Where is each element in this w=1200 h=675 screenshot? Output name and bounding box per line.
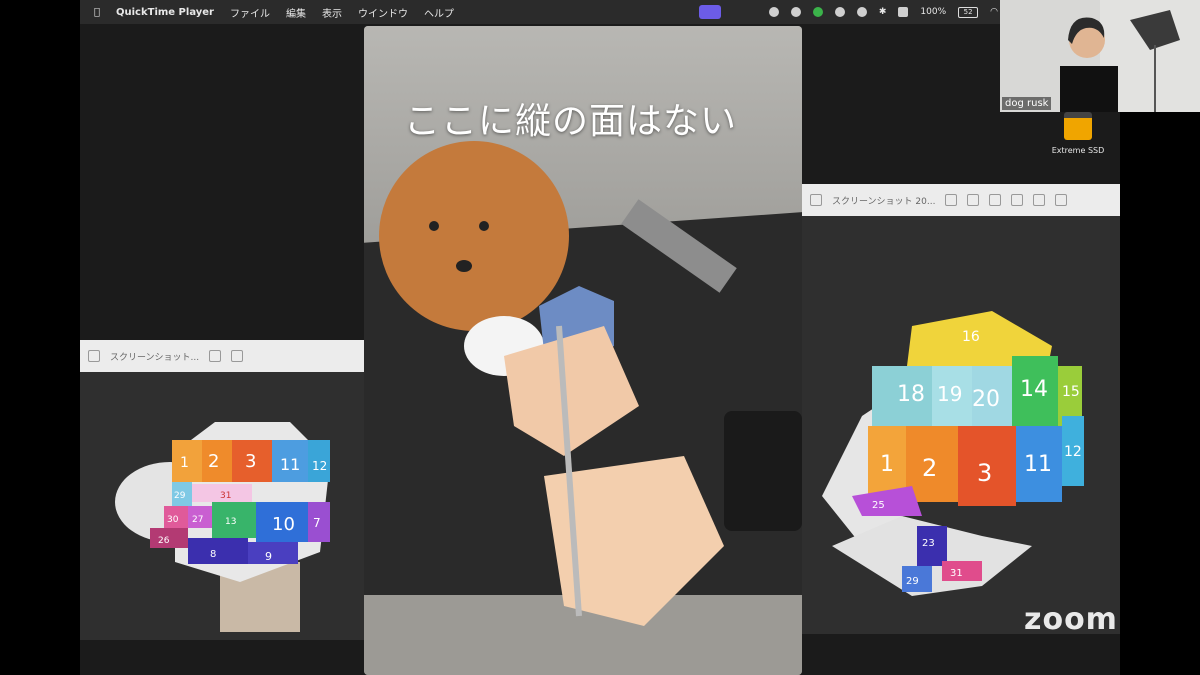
info-icon[interactable]: [209, 350, 222, 362]
menu-view[interactable]: 表示: [322, 5, 342, 20]
face-label: 8: [210, 549, 216, 560]
apple-icon[interactable]: : [92, 7, 102, 18]
right-window-titlebar[interactable]: スクリーンショット 20...: [802, 184, 1120, 216]
bluetooth-icon[interactable]: ✱: [879, 7, 887, 17]
settings-icon[interactable]: [834, 7, 845, 17]
left-window-titlebar[interactable]: スクリーンショット...: [80, 340, 370, 372]
sync-icon[interactable]: [790, 7, 801, 17]
participant-feed: [1060, 0, 1200, 112]
dog-eye: [429, 221, 439, 231]
video-player[interactable]: ここに縦の面はない: [364, 26, 802, 675]
face-label: 31: [220, 491, 231, 501]
play-icon[interactable]: [856, 7, 867, 17]
wifi-icon[interactable]: ◠: [990, 7, 998, 17]
right-window-title: スクリーンショット 20...: [832, 196, 936, 207]
dog-head: [379, 141, 569, 331]
zoom-out-icon[interactable]: [967, 194, 980, 206]
user-icon[interactable]: [898, 7, 909, 17]
face-label: 23: [922, 538, 935, 549]
zoom-logo: zoom: [1024, 602, 1118, 637]
participant-video[interactable]: dog rusk: [1000, 0, 1200, 112]
app-name[interactable]: QuickTime Player: [116, 7, 214, 18]
face-label: 19: [937, 382, 962, 406]
comb: [621, 199, 737, 293]
face-label: 3: [977, 459, 992, 487]
face-label: 9: [265, 550, 272, 563]
video-caption: ここに縦の面はない: [404, 101, 738, 142]
face-label: 1: [180, 455, 189, 471]
right-model-canvas: 16 18 19 20 14 15 1 2 3 11 12 25 23 29 3…: [802, 216, 1120, 634]
left-preview-window[interactable]: スクリーンショット... 1 2 3 11 12 29 30 27 13 10 …: [80, 340, 370, 640]
shared-screen:  QuickTime Player ファイル 編集 表示 ウインドウ ヘルプ …: [80, 0, 1120, 675]
face-label: 14: [1020, 377, 1048, 402]
desktop: スクリーンショット... 1 2 3 11 12 29 30 27 13 10 …: [80, 24, 1120, 675]
face-label: 10: [272, 514, 295, 535]
face-label: 11: [1024, 452, 1052, 477]
share-icon[interactable]: [1011, 194, 1024, 206]
drive-icon-extreme-ssd[interactable]: Extreme SSD: [1050, 112, 1106, 155]
face-label: 13: [225, 517, 236, 527]
face-label: 12: [1064, 444, 1082, 460]
left-window-title: スクリーンショット...: [110, 352, 200, 363]
status-icon[interactable]: [768, 7, 779, 17]
right-preview-window[interactable]: スクリーンショット 20... 16 18 19 20 14 15 1 2 3 …: [802, 184, 1120, 634]
face-label: 18: [897, 382, 925, 407]
menu-help[interactable]: ヘルプ: [424, 5, 454, 20]
rotate-icon[interactable]: [1055, 194, 1068, 206]
face-label: 26: [158, 536, 170, 546]
phone: [724, 411, 802, 531]
model-face: [248, 542, 298, 564]
left-head-model: 1 2 3 11 12 29 30 27 13 10 7 26 8 9 31: [115, 422, 330, 632]
face-label: 12: [312, 459, 327, 473]
share-icon[interactable]: [231, 350, 244, 362]
face-label: 2: [922, 454, 937, 482]
menu-file[interactable]: ファイル: [230, 5, 270, 20]
face-label: 2: [208, 451, 219, 472]
participant-shirt: [1060, 66, 1118, 112]
dog-eye: [479, 221, 489, 231]
screen-share-icon[interactable]: [698, 5, 721, 19]
face-label: 29: [174, 491, 186, 501]
markup-icon[interactable]: [1033, 194, 1046, 206]
face-label: 31: [950, 568, 963, 579]
mac-menu-bar:  QuickTime Player ファイル 編集 表示 ウインドウ ヘルプ …: [80, 0, 1120, 24]
face-label: 3: [245, 451, 256, 472]
left-model-canvas: 1 2 3 11 12 29 30 27 13 10 7 26 8 9 31: [80, 372, 370, 640]
zoom-in-icon[interactable]: [989, 194, 1002, 206]
drive-label: Extreme SSD: [1051, 146, 1105, 155]
dog-nose: [456, 260, 472, 272]
battery-percent: 100%: [920, 7, 947, 17]
sidebar-icon[interactable]: [88, 350, 100, 362]
face-label: 7: [313, 516, 321, 530]
menu-window[interactable]: ウインドウ: [358, 5, 408, 20]
menu-edit[interactable]: 編集: [286, 5, 306, 20]
face-label: 16: [962, 329, 980, 345]
face-label: 1: [880, 452, 894, 477]
face-label: 11: [280, 455, 300, 474]
external-drive-icon[interactable]: [1064, 112, 1092, 140]
sidebar-icon[interactable]: [810, 194, 822, 206]
face-label: 20: [972, 387, 1000, 412]
face-label: 29: [906, 576, 919, 587]
face-label: 27: [192, 515, 203, 525]
info-icon[interactable]: [945, 194, 958, 206]
right-head-model: 16 18 19 20 14 15 1 2 3 11 12 25 23 29 3…: [822, 311, 1084, 596]
model-face: [188, 538, 248, 564]
participant-name: dog rusk: [1002, 97, 1052, 110]
line-icon[interactable]: [812, 7, 823, 17]
face-label: 15: [1062, 384, 1080, 400]
face-label: 25: [872, 500, 885, 511]
battery-icon: 52: [958, 6, 979, 18]
face-label: 30: [167, 515, 179, 525]
